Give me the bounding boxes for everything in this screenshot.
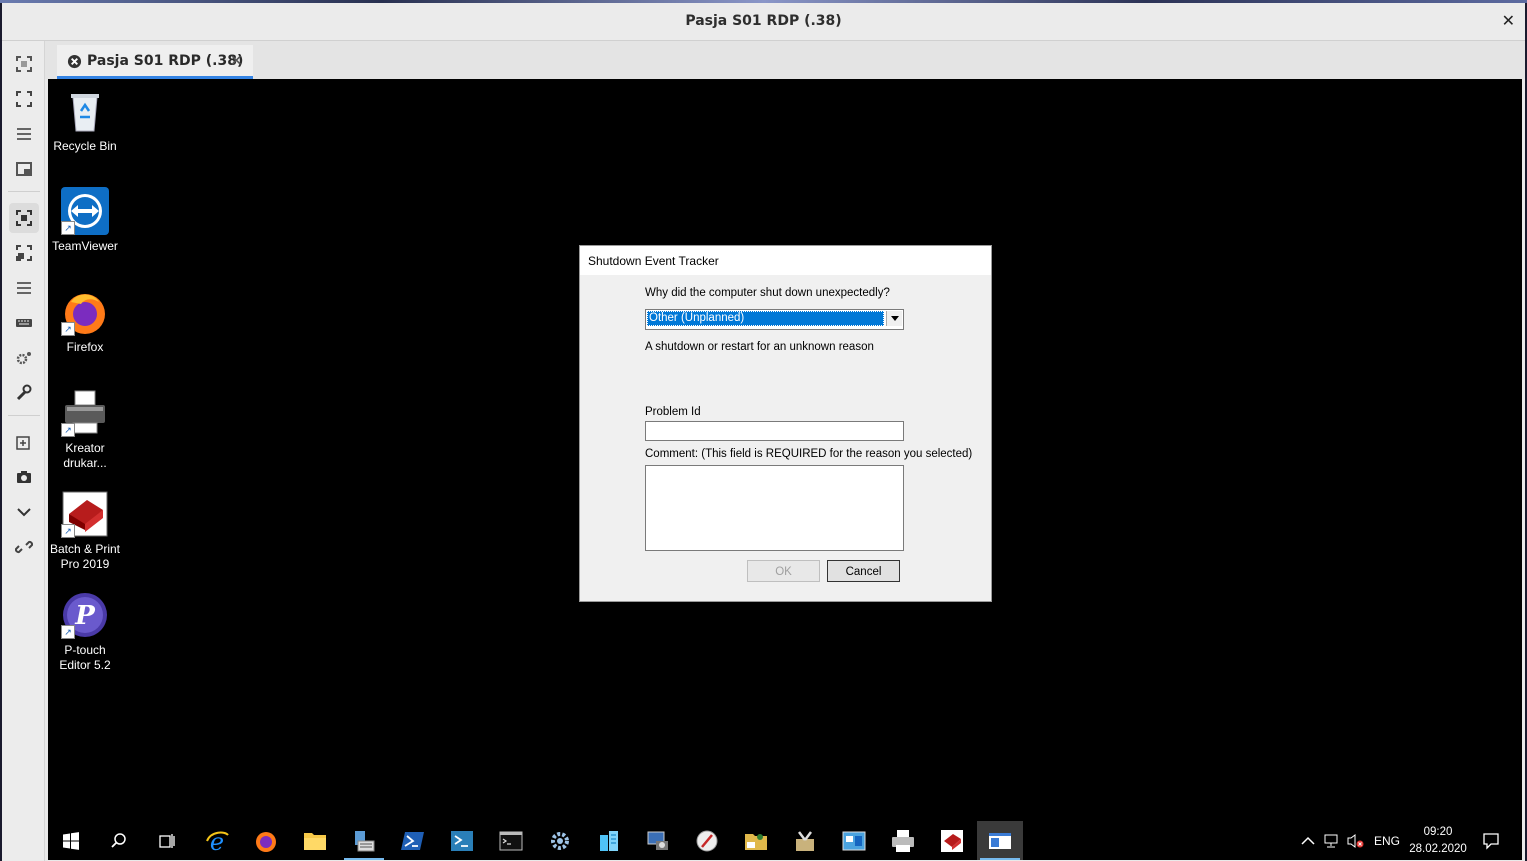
rdp-protocol-icon [67, 54, 82, 73]
comment-label: Comment: (This field is REQUIRED for the… [645, 448, 973, 460]
clock[interactable]: 09:20 28.02.2020 [1406, 824, 1470, 858]
firefox-icon: ↗ [61, 288, 109, 336]
close-window-button[interactable]: ✕ [1502, 11, 1515, 30]
dialog-title-bar: Shutdown Event Tracker [580, 246, 991, 275]
cmd-icon[interactable] [488, 821, 534, 860]
disconnect-icon[interactable] [9, 532, 39, 562]
shortcut-arrow-icon: ↗ [61, 322, 75, 336]
windows-start-icon[interactable] [48, 821, 94, 860]
desktop-icon-label: Firefox [66, 340, 104, 354]
tab-rdp-session[interactable]: Pasja S01 RDP (.38) ✕ [57, 45, 253, 79]
chevron-down-icon[interactable] [9, 497, 39, 527]
printer-icon[interactable] [880, 821, 926, 860]
desktop-icon-printer-wizard[interactable]: ↗ Kreator drukar... [48, 389, 122, 471]
clock-date: 28.02.2020 [1409, 843, 1467, 855]
batch-print-icon[interactable] [929, 821, 975, 860]
title-bar: Pasja S01 RDP (.38) ✕ [2, 3, 1525, 41]
fit-screen-icon[interactable] [9, 49, 39, 79]
printer-icon: ↗ [61, 389, 109, 437]
settings-icon[interactable] [9, 343, 39, 373]
fullscreen-icon[interactable] [9, 84, 39, 114]
folder-user-icon[interactable] [733, 821, 779, 860]
powershell-icon[interactable] [390, 821, 436, 860]
desktop-icon-recycle-bin[interactable]: Recycle Bin [48, 87, 122, 154]
keyboard-icon[interactable] [9, 308, 39, 338]
reason-selected-value: Other (Unplanned) [647, 311, 884, 326]
search-icon[interactable] [96, 821, 142, 860]
recycle-bin-icon [61, 87, 109, 135]
separator [8, 415, 40, 416]
desktop-icon-label: Kreator drukar... [63, 441, 107, 470]
windows-taskbar: e ENG 09:20 28.02.2020 [48, 821, 1522, 860]
desktop-icon-label: P-touch Editor 5.2 [59, 643, 111, 672]
tab-close-button[interactable]: ✕ [230, 51, 243, 70]
list-icon[interactable] [9, 273, 39, 303]
control-panel-icon[interactable] [831, 821, 877, 860]
svg-text:P: P [74, 601, 96, 631]
reason-description: A shutdown or restart for an unknown rea… [645, 341, 874, 353]
internet-explorer-icon[interactable]: e [194, 821, 240, 860]
wrench-icon[interactable] [9, 378, 39, 408]
shortcut-arrow-icon: ↗ [61, 625, 75, 639]
desktop-icon-label: Recycle Bin [53, 139, 117, 153]
ok-button[interactable]: OK [747, 560, 820, 582]
toolbar-sidebar [2, 41, 45, 861]
volume-muted-icon[interactable] [1346, 821, 1364, 860]
window-active-icon[interactable] [977, 821, 1023, 860]
desktop-icon-batch-print[interactable]: ↗ Batch & Print Pro 2019 [48, 490, 122, 572]
network-status-icon[interactable] [1324, 821, 1342, 860]
reason-select[interactable]: Other (Unplanned) [645, 309, 904, 330]
window-icon[interactable] [9, 154, 39, 184]
separator [8, 191, 40, 192]
window-title: Pasja S01 RDP (.38) [685, 13, 842, 29]
screenshot-icon[interactable] [9, 462, 39, 492]
desktop-icon-ptouch[interactable]: P ↗ P-touch Editor 5.2 [48, 591, 122, 673]
problem-id-input[interactable] [645, 421, 904, 441]
ptouch-icon: P ↗ [61, 591, 109, 639]
menu-icon[interactable] [9, 119, 39, 149]
chevron-down-icon[interactable] [886, 311, 902, 326]
network-icon[interactable] [635, 821, 681, 860]
shortcut-arrow-icon: ↗ [61, 524, 75, 538]
desktop-icon-firefox[interactable]: ↗ Firefox [48, 288, 122, 355]
batch-print-icon: ↗ [61, 490, 109, 538]
task-view-icon[interactable] [144, 821, 190, 860]
firefox-icon[interactable] [243, 821, 289, 860]
desktop-icon-label: Batch & Print Pro 2019 [49, 542, 121, 571]
remote-desktop[interactable]: Recycle Bin ↗ TeamViewer ↗ Firefox ↗ Kre… [48, 79, 1522, 860]
server-manager-icon[interactable] [341, 821, 387, 860]
desktop-icon-label: TeamViewer [52, 239, 118, 253]
shutdown-event-tracker-dialog: Shutdown Event Tracker Why did the compu… [579, 245, 992, 602]
desktop-icon-teamviewer[interactable]: ↗ TeamViewer [48, 187, 122, 254]
teamviewer-icon: ↗ [61, 187, 109, 235]
dialog-title: Shutdown Event Tracker [588, 254, 719, 268]
problem-id-label: Problem Id [645, 406, 701, 418]
add-icon[interactable] [9, 427, 39, 457]
tab-bar: Pasja S01 RDP (.38) ✕ [45, 41, 1525, 79]
file-explorer-icon[interactable] [292, 821, 338, 860]
question-label: Why did the computer shut down unexpecte… [645, 287, 890, 299]
action-center-icon[interactable] [1482, 821, 1500, 860]
clock-time: 09:20 [1423, 826, 1453, 838]
powershell-ise-icon[interactable] [439, 821, 485, 860]
shortcut-arrow-icon: ↗ [61, 221, 75, 235]
compass-icon[interactable] [684, 821, 730, 860]
show-hidden-icons-button[interactable] [1301, 821, 1315, 860]
shortcut-arrow-icon: ↗ [61, 423, 75, 437]
resize-icon[interactable] [9, 238, 39, 268]
cancel-button[interactable]: Cancel [827, 560, 900, 582]
buildings-icon[interactable] [586, 821, 632, 860]
language-indicator[interactable]: ENG [1374, 821, 1400, 860]
scale-icon[interactable] [9, 203, 39, 233]
tools-icon[interactable] [782, 821, 828, 860]
settings-icon[interactable] [537, 821, 583, 860]
comment-textarea[interactable] [645, 465, 904, 551]
tab-label: Pasja S01 RDP (.38) [87, 53, 244, 69]
